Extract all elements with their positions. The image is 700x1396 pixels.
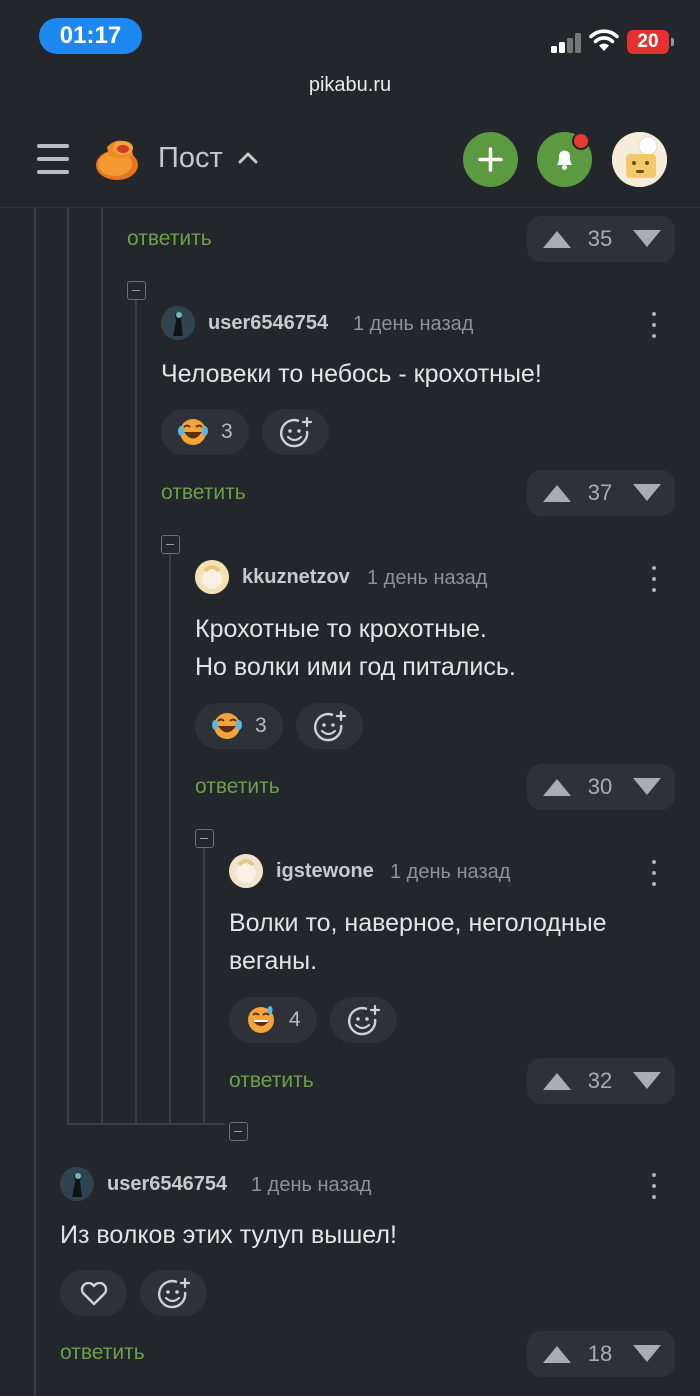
add-reaction-button[interactable] (140, 1270, 207, 1316)
upvote-icon[interactable] (541, 1344, 573, 1364)
thread-line (101, 208, 103, 1124)
add-reaction-button[interactable] (296, 703, 363, 749)
vote-count: 35 (587, 226, 613, 251)
reply-link[interactable]: ответить (229, 1069, 314, 1093)
downvote-icon[interactable] (631, 777, 663, 797)
notification-badge (572, 132, 590, 150)
collapse-toggle[interactable] (195, 829, 214, 848)
more-options-icon[interactable] (650, 1171, 658, 1201)
pikabu-logo[interactable] (93, 134, 141, 182)
more-options-icon[interactable] (650, 310, 658, 340)
username[interactable]: igstewone (276, 860, 374, 883)
comment-time: 1 день назад (353, 313, 474, 335)
reaction-count: 3 (255, 714, 267, 737)
more-options-icon[interactable] (650, 564, 658, 594)
reply-link[interactable]: ответить (195, 775, 280, 799)
avatar[interactable] (195, 560, 229, 594)
menu-icon[interactable] (37, 144, 69, 174)
collapse-toggle[interactable] (127, 281, 146, 300)
reaction-count: 3 (221, 420, 233, 443)
thread-line (135, 300, 137, 1124)
comment-header: user6546754 1 день назад (161, 306, 681, 342)
thread-line (34, 208, 36, 1396)
more-options-icon[interactable] (650, 858, 658, 888)
add-reaction-button[interactable] (262, 409, 329, 455)
reaction-pill[interactable]: 4 (229, 997, 317, 1043)
reaction-pill[interactable]: 3 (195, 703, 283, 749)
chevron-up-icon[interactable] (238, 150, 258, 164)
reply-link[interactable]: ответить (60, 1341, 145, 1365)
upvote-icon[interactable] (541, 483, 573, 503)
vote-widget: 18 (527, 1331, 675, 1377)
comment-text: Волки то, наверное, неголодные веганы. (229, 909, 607, 975)
avatar[interactable] (229, 854, 263, 888)
comment-header: user6546754 1 день назад (60, 1167, 681, 1203)
reply-link[interactable]: ответить (161, 481, 246, 505)
comment-header: kkuznetzov 1 день назад (195, 560, 681, 596)
comment-text: Из волков этих тулуп вышел! (60, 1221, 397, 1249)
downvote-icon[interactable] (631, 483, 663, 503)
collapse-toggle[interactable] (229, 1122, 248, 1141)
vote-widget: 30 (527, 764, 675, 810)
reaction-count: 4 (289, 1008, 301, 1031)
browser-url[interactable]: pikabu.ru (0, 74, 700, 97)
comment-text: Крохотные то крохотные. Но волки ими год… (195, 615, 516, 681)
notifications-button[interactable] (537, 132, 592, 187)
avatar[interactable] (60, 1167, 94, 1201)
vote-count: 32 (587, 1068, 613, 1093)
vote-widget: 37 (527, 470, 675, 516)
vote-count: 30 (587, 774, 613, 799)
thread-line (67, 1123, 225, 1125)
upvote-icon[interactable] (541, 229, 573, 249)
downvote-icon[interactable] (631, 1071, 663, 1091)
reply-link[interactable]: ответить (127, 227, 212, 251)
downvote-icon[interactable] (631, 229, 663, 249)
signal-icon (551, 33, 583, 53)
user-avatar[interactable] (612, 132, 667, 187)
comment-header: igstewone 1 день назад (229, 854, 681, 890)
heart-icon (80, 1282, 108, 1306)
add-emoji-icon (348, 1005, 381, 1036)
vote-count: 18 (587, 1341, 613, 1366)
add-emoji-icon (314, 711, 347, 742)
add-emoji-icon (280, 417, 313, 448)
laughing-emoji-icon (178, 419, 208, 445)
vote-widget: 35 (527, 216, 675, 262)
status-bar: 01:17 20 pikabu.ru (0, 0, 700, 96)
upvote-icon[interactable] (541, 777, 573, 797)
vote-widget: 32 (527, 1058, 675, 1104)
username[interactable]: user6546754 (107, 1173, 227, 1196)
vote-count: 37 (587, 480, 613, 505)
thread-line (203, 848, 205, 1124)
laughing-emoji-icon (212, 713, 242, 739)
comment-time: 1 день назад (367, 567, 488, 589)
page-title[interactable]: Пост (158, 142, 223, 175)
add-reaction-button[interactable] (330, 997, 397, 1043)
downvote-icon[interactable] (631, 1344, 663, 1364)
comment-time: 1 день назад (390, 861, 511, 883)
username[interactable]: user6546754 (208, 312, 328, 335)
battery-indicator: 20 (627, 30, 674, 54)
like-button[interactable] (60, 1270, 127, 1316)
thread-line (67, 208, 69, 1124)
thread-line (169, 554, 171, 1124)
upvote-icon[interactable] (541, 1071, 573, 1091)
comment-time: 1 день назад (251, 1174, 372, 1196)
add-post-button[interactable] (463, 132, 518, 187)
grinning-sweat-emoji-icon (248, 1006, 274, 1033)
comment-text: Человеки то небось - крохотные! (161, 360, 542, 388)
username[interactable]: kkuznetzov (242, 566, 350, 589)
collapse-toggle[interactable] (161, 535, 180, 554)
status-time: 01:17 (39, 18, 142, 54)
add-emoji-icon (158, 1278, 191, 1309)
wifi-icon (589, 29, 619, 51)
app-header: Пост (0, 112, 700, 208)
plus-icon (478, 147, 503, 172)
avatar[interactable] (161, 306, 195, 340)
reaction-pill[interactable]: 3 (161, 409, 249, 455)
